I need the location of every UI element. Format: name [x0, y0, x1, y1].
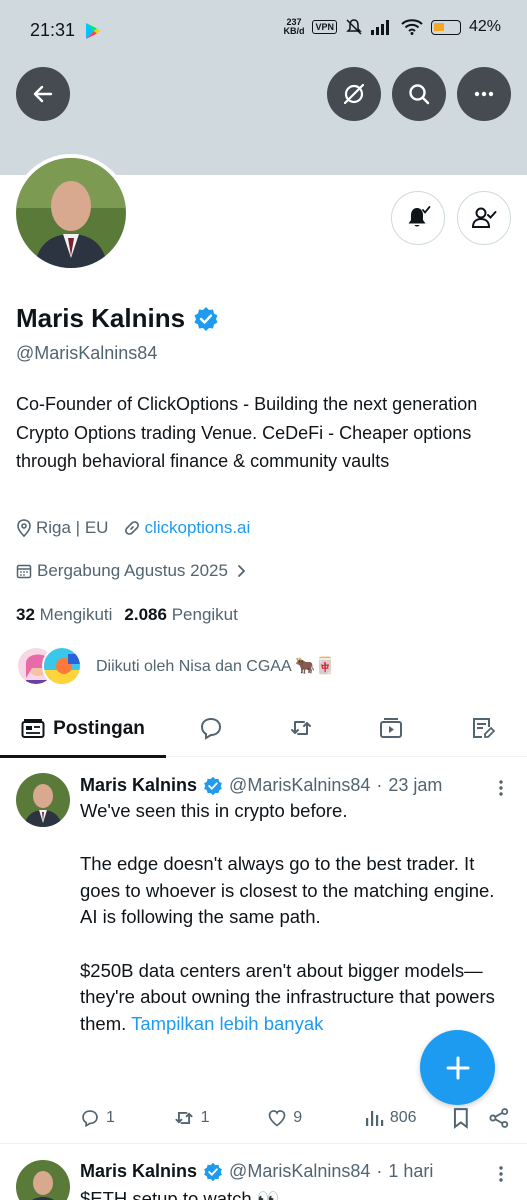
- tab-posts-label: Postingan: [53, 717, 145, 739]
- views-chart-icon: [365, 1111, 384, 1126]
- battery-percent: 42%: [468, 18, 501, 35]
- post-avatar[interactable]: [16, 773, 70, 827]
- plus-icon: [446, 1056, 469, 1079]
- bell-check-icon: [408, 206, 431, 227]
- status-time: 21:31: [30, 20, 76, 40]
- avatar-photo: [16, 158, 126, 268]
- status-bar: 21:31 237 KB/d VPN 42%: [0, 0, 527, 62]
- more-vertical-icon[interactable]: [491, 1164, 511, 1184]
- battery-icon: [430, 19, 461, 35]
- search-icon: [409, 84, 430, 105]
- mute-icon: [346, 19, 362, 35]
- follower-avatar-cgaa: [42, 646, 82, 686]
- reply-icon: [82, 1110, 98, 1128]
- show-more-link[interactable]: Tampilkan lebih banyak: [131, 1013, 323, 1034]
- post-text: We've seen this in crypto before. The ed…: [80, 800, 495, 1034]
- more-options-button[interactable]: [457, 67, 511, 121]
- bookmark-icon[interactable]: [451, 1107, 471, 1129]
- profile-handle: @MarisKalnins84: [16, 343, 158, 363]
- post-header: Maris Kalnins @MarisKalnins84 · 1 hari: [80, 1161, 433, 1182]
- post-author-name[interactable]: Maris Kalnins: [80, 1161, 197, 1182]
- like-count: 9: [293, 1109, 303, 1126]
- post-time: 1 hari: [388, 1161, 434, 1181]
- reply-bubble-icon: [200, 717, 222, 740]
- reply-action[interactable]: 1: [80, 1108, 173, 1128]
- profile-avatar[interactable]: [12, 154, 130, 272]
- chevron-right-icon: [238, 565, 246, 577]
- followers-stat[interactable]: 2.086 Pengikut: [124, 605, 237, 625]
- status-icons: 237 KB/d VPN 42%: [283, 18, 501, 36]
- verified-badge-icon: [194, 306, 218, 331]
- post-dot-separator: ·: [376, 1161, 383, 1181]
- vpn-badge: VPN: [312, 20, 337, 34]
- views-count: 806: [389, 1109, 417, 1126]
- joined-text: Bergabung Agustus 2025: [37, 561, 228, 580]
- post-header: Maris Kalnins @MarisKalnins84 · 23 jam: [80, 775, 442, 796]
- repost-action[interactable]: 1: [173, 1107, 268, 1129]
- repost-icon: [175, 1111, 193, 1125]
- network-speed: 237 KB/d: [283, 17, 305, 36]
- play-store-icon: [86, 23, 101, 39]
- post-dot-separator: ·: [376, 775, 383, 795]
- verified-badge-icon: [204, 776, 222, 795]
- article-edit-icon: [473, 718, 495, 738]
- more-horizontal-icon: [474, 91, 494, 97]
- compose-post-button[interactable]: [420, 1030, 495, 1105]
- video-icon: [380, 718, 402, 738]
- link-icon: [125, 521, 140, 535]
- profile-tabs: Postingan: [0, 700, 527, 758]
- post-author-handle: @MarisKalnins84: [229, 1161, 371, 1181]
- views-action[interactable]: 806: [364, 1108, 445, 1128]
- tab-replies[interactable]: [197, 714, 225, 742]
- display-name-text: Maris Kalnins: [16, 303, 186, 333]
- grok-button[interactable]: [327, 67, 381, 121]
- followed-by-row[interactable]: Diikuti oleh Nisa dan CGAA 🐂🀄: [16, 646, 335, 686]
- post-time: 23 jam: [388, 775, 443, 795]
- signal-icon: [370, 20, 389, 35]
- tab-articles[interactable]: [468, 714, 496, 742]
- search-button[interactable]: [392, 67, 446, 121]
- post-avatar[interactable]: [16, 1160, 70, 1200]
- following-stat[interactable]: 32 Mengikuti: [16, 605, 112, 625]
- more-vertical-icon[interactable]: [491, 778, 511, 798]
- notifications-button[interactable]: [391, 191, 445, 245]
- tab-reposts[interactable]: [287, 714, 315, 742]
- following-button[interactable]: [457, 191, 511, 245]
- website-link[interactable]: clickoptions.ai: [144, 518, 250, 538]
- heart-icon: [268, 1110, 286, 1127]
- share-icon[interactable]: [488, 1107, 510, 1129]
- posts-icon: [21, 718, 45, 738]
- display-name: Maris Kalnins: [16, 303, 219, 334]
- repost-count: 1: [200, 1109, 210, 1126]
- profile-bio: Co-Founder of ClickOptions - Building th…: [16, 394, 478, 471]
- profile-meta-location: Riga | EU clickoptions.ai: [16, 518, 250, 538]
- verified-badge-icon: [204, 1162, 222, 1181]
- calendar-icon: [16, 564, 32, 579]
- tab-posts[interactable]: Postingan: [0, 700, 166, 758]
- follow-stats: 32 Mengikuti 2.086 Pengikut: [16, 605, 238, 625]
- like-action[interactable]: 9: [267, 1108, 364, 1128]
- back-button[interactable]: [16, 67, 70, 121]
- arrow-left-icon: [33, 85, 53, 103]
- post-item[interactable]: Maris Kalnins @MarisKalnins84 · 1 hari $…: [0, 1144, 527, 1200]
- location-pin-icon: [17, 519, 31, 537]
- reply-count: 1: [106, 1109, 115, 1126]
- grok-icon: [343, 83, 365, 105]
- post-author-name[interactable]: Maris Kalnins: [80, 775, 197, 796]
- followed-by-text: Diikuti oleh Nisa dan CGAA 🐂🀄: [96, 658, 336, 675]
- person-check-icon: [471, 207, 497, 228]
- location-text: Riga | EU: [36, 518, 109, 537]
- post-author-handle: @MarisKalnins84: [229, 775, 371, 795]
- tab-media[interactable]: [377, 714, 405, 742]
- profile-meta-joined[interactable]: Bergabung Agustus 2025: [16, 561, 249, 581]
- post-actions: 1 1 9 806: [80, 1107, 510, 1129]
- post-text: $ETH setup to watch 👀: [80, 1188, 280, 1200]
- repost-icon: [291, 721, 311, 735]
- wifi-icon: [401, 19, 423, 35]
